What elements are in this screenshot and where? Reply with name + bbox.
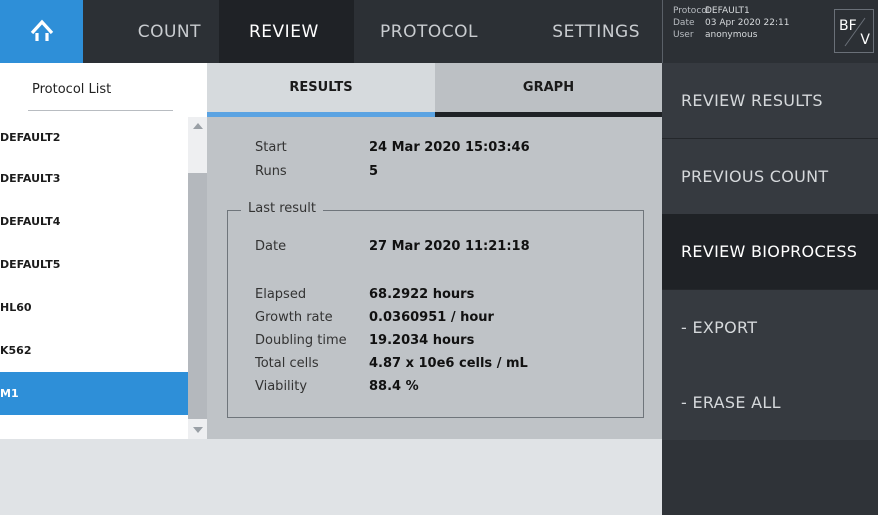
list-item[interactable]: HL60 xyxy=(0,286,188,329)
runs-value: 5 xyxy=(369,164,379,179)
last-result-title: Last result xyxy=(241,201,323,216)
growth-rate-value: 0.0360951 / hour xyxy=(369,310,494,325)
protocol-value: DEFAULT1 xyxy=(705,6,750,16)
home-icon xyxy=(28,18,56,46)
previous-count-button[interactable]: PREVIOUS COUNT xyxy=(662,139,878,215)
list-item[interactable]: DEFAULT2 xyxy=(0,117,188,157)
list-item[interactable]: K562 xyxy=(0,329,188,372)
review-bioprocess-button[interactable]: REVIEW BIOPROCESS xyxy=(662,214,878,290)
elapsed-value: 68.2922 hours xyxy=(369,287,475,302)
list-item[interactable]: DEFAULT4 xyxy=(0,200,188,243)
protocol-list-panel: Protocol List DEFAULT2 DEFAULT3 DEFAULT4… xyxy=(0,63,207,515)
protocol-list-header: Protocol List xyxy=(0,63,207,117)
top-bar: COUNT REVIEW PROTOCOL SETTINGS Protocol D… xyxy=(0,0,878,63)
scroll-thumb[interactable] xyxy=(188,173,207,419)
user-badge[interactable]: BF V xyxy=(834,9,874,53)
doubling-time-label: Doubling time xyxy=(255,333,347,348)
list-item[interactable]: DEFAULT5 xyxy=(0,243,188,286)
protocol-label: Protocol xyxy=(673,6,710,16)
date-value: 03 Apr 2020 22:11 xyxy=(705,18,790,28)
tab-results[interactable]: RESULTS xyxy=(207,63,435,117)
viability-value: 88.4 % xyxy=(369,379,419,394)
protocol-list-title: Protocol List xyxy=(32,82,112,97)
tab-graph[interactable]: GRAPH xyxy=(435,63,662,117)
side-menu: REVIEW RESULTS PREVIOUS COUNT REVIEW BIO… xyxy=(662,63,878,515)
list-item[interactable]: DEFAULT3 xyxy=(0,157,188,200)
badge-top-text: BF xyxy=(839,18,857,34)
review-results-button[interactable]: REVIEW RESULTS xyxy=(662,63,878,139)
doubling-time-value: 19.2034 hours xyxy=(369,333,475,348)
result-date-value: 27 Mar 2020 11:21:18 xyxy=(369,239,530,254)
user-label: User xyxy=(673,30,694,40)
home-button[interactable] xyxy=(0,0,83,63)
result-date-label: Date xyxy=(255,239,287,254)
list-item-selected[interactable]: M1 xyxy=(0,372,188,415)
start-label: Start xyxy=(255,140,287,155)
tab-settings[interactable]: SETTINGS xyxy=(524,0,662,63)
results-panel: RESULTS GRAPH Start 24 Mar 2020 15:03:46… xyxy=(207,63,662,515)
runs-label: Runs xyxy=(255,164,287,179)
tab-protocol[interactable]: PROTOCOL xyxy=(354,0,524,63)
growth-rate-label: Growth rate xyxy=(255,310,333,325)
total-cells-label: Total cells xyxy=(255,356,319,371)
elapsed-label: Elapsed xyxy=(255,287,307,302)
start-value: 24 Mar 2020 15:03:46 xyxy=(369,140,530,155)
user-value: anonymous xyxy=(705,30,758,40)
total-cells-value: 4.87 x 10e6 cells / mL xyxy=(369,356,528,371)
header-divider xyxy=(28,110,173,111)
date-label: Date xyxy=(673,18,695,28)
menu-filler xyxy=(662,440,878,515)
scroll-down-icon[interactable] xyxy=(193,427,203,433)
viability-label: Viability xyxy=(255,379,308,394)
tab-review[interactable]: REVIEW xyxy=(219,0,354,63)
scroll-up-icon[interactable] xyxy=(193,123,203,129)
badge-bottom-text: V xyxy=(860,32,870,48)
protocol-list[interactable]: DEFAULT2 DEFAULT3 DEFAULT4 DEFAULT5 HL60… xyxy=(0,117,188,439)
erase-all-button[interactable]: - ERASE ALL xyxy=(662,365,878,441)
tab-count[interactable]: COUNT xyxy=(83,0,219,63)
results-content: Start 24 Mar 2020 15:03:46 Runs 5 Last r… xyxy=(207,117,662,439)
list-scrollbar[interactable] xyxy=(188,117,207,439)
export-button[interactable]: - EXPORT xyxy=(662,290,878,366)
